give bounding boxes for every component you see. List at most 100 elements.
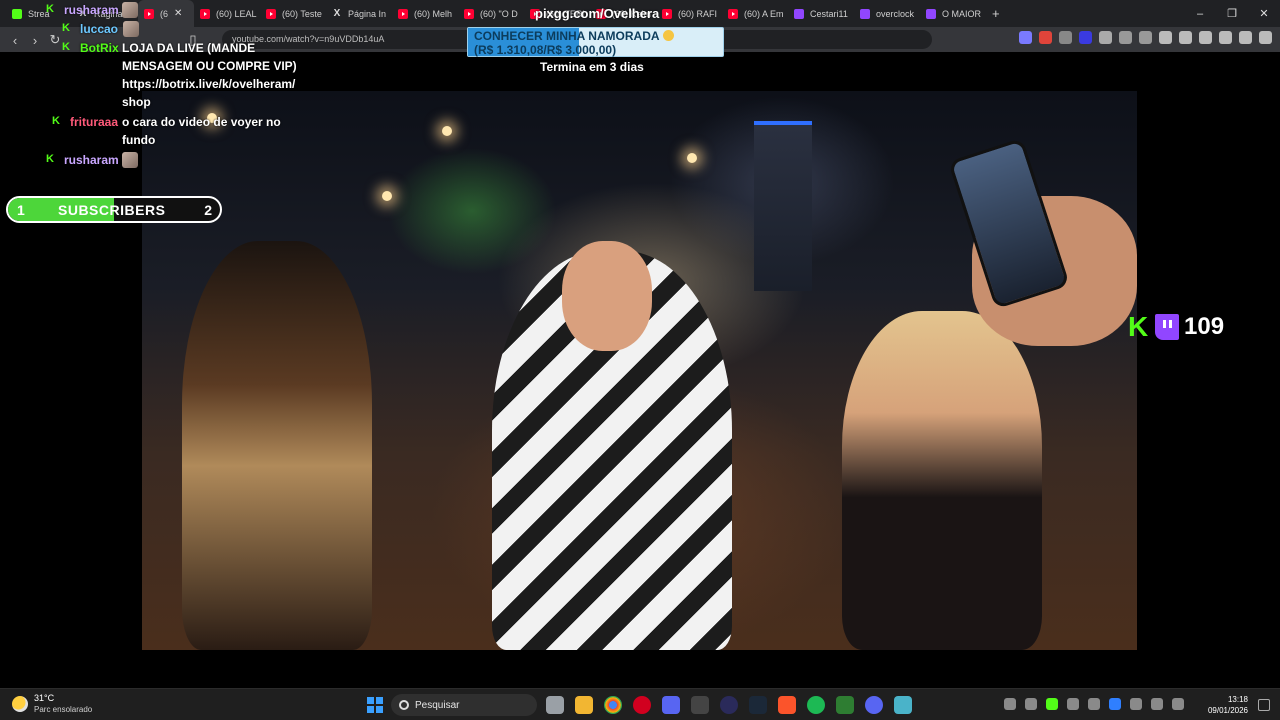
tab-label: (60) "O D [480, 8, 518, 19]
browser-tab[interactable]: Cestari11 [788, 0, 854, 27]
app-icon[interactable] [720, 696, 738, 714]
search-placeholder: Pesquisar [415, 699, 460, 711]
chat-username: frituraaa [70, 115, 119, 129]
close-window-button[interactable]: ✕ [1248, 0, 1280, 27]
tab-label: (60) Teste [282, 8, 322, 19]
tab-label: (60) LEAL [216, 8, 257, 19]
donation-goal: CONHECER MINHA NAMORADA (R$ 1.310,08/R$ … [467, 27, 724, 57]
browser-tab[interactable]: (6 ✕ [138, 0, 194, 27]
browser-tab[interactable]: (60) LEAL [194, 0, 260, 27]
wallet-icon[interactable] [1199, 31, 1212, 44]
taskbar: 31°C Parc ensolarado Pesquisar 13:18 09/… [0, 688, 1280, 720]
tab-label: Página In [348, 8, 387, 19]
chrome-icon[interactable] [604, 696, 622, 714]
forward-icon[interactable]: › [26, 31, 44, 49]
browser-tab[interactable]: (60) RAFI [656, 0, 722, 27]
chat-message: MENSAGEM OU COMPRE VIP) [122, 59, 297, 73]
restore-button[interactable]: ❐ [1216, 0, 1248, 27]
start-button[interactable] [367, 697, 383, 713]
new-tab-button[interactable]: + [986, 0, 1006, 27]
youtube-icon [266, 8, 276, 19]
search-icon [399, 700, 409, 710]
weather-temperature: 31°C [34, 693, 55, 703]
youtube-icon [398, 8, 408, 19]
browser-tab[interactable]: (60) Teste [260, 0, 326, 27]
vpn-icon[interactable] [1239, 31, 1252, 44]
wifi-icon[interactable] [1151, 698, 1163, 710]
string-light [382, 191, 392, 201]
music-icon[interactable] [1159, 31, 1172, 44]
extension-icon[interactable] [1019, 31, 1032, 44]
donation-amount: (R$ 1.310,08/R$ 3.000,00) [474, 43, 617, 57]
ai-icon[interactable] [1219, 31, 1232, 44]
kick-badge-icon: K [46, 153, 54, 165]
chat-message: fundo [122, 133, 156, 147]
weather-description: Parc ensolarado [34, 705, 93, 714]
extension-icon[interactable] [1039, 31, 1052, 44]
kick-badge-icon: K [46, 3, 54, 15]
volume-icon[interactable] [1172, 698, 1184, 710]
youtube-icon [200, 8, 210, 19]
discord-icon[interactable] [865, 696, 883, 714]
twitch-logo-icon [1155, 314, 1179, 340]
subscriber-target: 2 [204, 202, 212, 218]
chevron-up-icon[interactable] [1004, 698, 1016, 710]
puzzle-icon[interactable] [1119, 31, 1132, 44]
window-controls: – ❐ ✕ [1184, 0, 1280, 27]
notification-icon[interactable] [1258, 699, 1270, 711]
system-clock[interactable]: 13:18 09/01/2026 [1208, 694, 1248, 716]
screenshot-icon[interactable] [1139, 31, 1152, 44]
chat-message: https://botrix.live/k/ovelheram/ [122, 77, 296, 91]
bluetooth-icon[interactable] [1109, 698, 1121, 710]
extension-icon[interactable] [1079, 31, 1092, 44]
browser-tab[interactable]: O MAIOR [920, 0, 986, 27]
task-view-icon[interactable] [546, 696, 564, 714]
taskbar-search[interactable]: Pesquisar [391, 694, 537, 716]
browser-tab[interactable]: overclock [854, 0, 920, 27]
app-icon[interactable] [691, 696, 709, 714]
person-left [182, 241, 372, 650]
spotify-icon[interactable] [807, 696, 825, 714]
weather-widget[interactable]: 31°C Parc ensolarado [12, 693, 92, 715]
extension-icon[interactable] [1099, 31, 1112, 44]
subscriber-goal: 1 SUBSCRIBERS 2 [6, 196, 222, 223]
donation-title: CONHECER MINHA NAMORADA [474, 29, 660, 43]
browser-tab[interactable]: X Página In [326, 0, 392, 27]
browser-tab[interactable]: (60) Melh [392, 0, 458, 27]
person-right [842, 311, 1042, 650]
menu-icon[interactable] [1259, 31, 1272, 44]
sidebar-icon[interactable] [1179, 31, 1192, 44]
chat-username: rusharam [64, 153, 119, 167]
microphone-icon[interactable] [1130, 698, 1142, 710]
tray-app-icon[interactable] [1067, 698, 1079, 710]
extensions-row [1019, 31, 1272, 44]
stream-video[interactable] [142, 91, 1137, 650]
chat-message: o cara do video de voyer no [122, 115, 281, 129]
tab-label: (60) Melh [414, 8, 453, 19]
donation-text: CONHECER MINHA NAMORADA (R$ 1.310,08/R$ … [474, 29, 719, 57]
close-tab-icon[interactable]: ✕ [174, 8, 182, 19]
tab-label: Cestari11 [810, 8, 848, 19]
browser-tab[interactable]: (60) A Em [722, 0, 788, 27]
twitch-icon [926, 8, 936, 19]
app-icon[interactable] [662, 696, 680, 714]
emote-icon [122, 152, 138, 168]
pinned-apps [546, 696, 912, 714]
tray-app-icon[interactable] [1046, 698, 1058, 710]
kick-badge-icon: K [62, 41, 70, 53]
steam-icon[interactable] [749, 696, 767, 714]
emote-icon [123, 21, 139, 37]
tray-app-icon[interactable] [1025, 698, 1037, 710]
notepad-icon[interactable] [894, 696, 912, 714]
minimize-button[interactable]: – [1184, 0, 1216, 27]
app-icon[interactable] [836, 696, 854, 714]
opera-icon[interactable] [633, 696, 651, 714]
file-explorer-icon[interactable] [575, 696, 593, 714]
youtube-icon [662, 8, 672, 19]
tray-app-icon[interactable] [1088, 698, 1100, 710]
back-icon[interactable]: ‹ [6, 31, 24, 49]
browser-tab[interactable]: (60) "O D [458, 0, 524, 27]
extension-icon[interactable] [1059, 31, 1072, 44]
person-center-head [562, 241, 652, 351]
brave-icon[interactable] [778, 696, 796, 714]
